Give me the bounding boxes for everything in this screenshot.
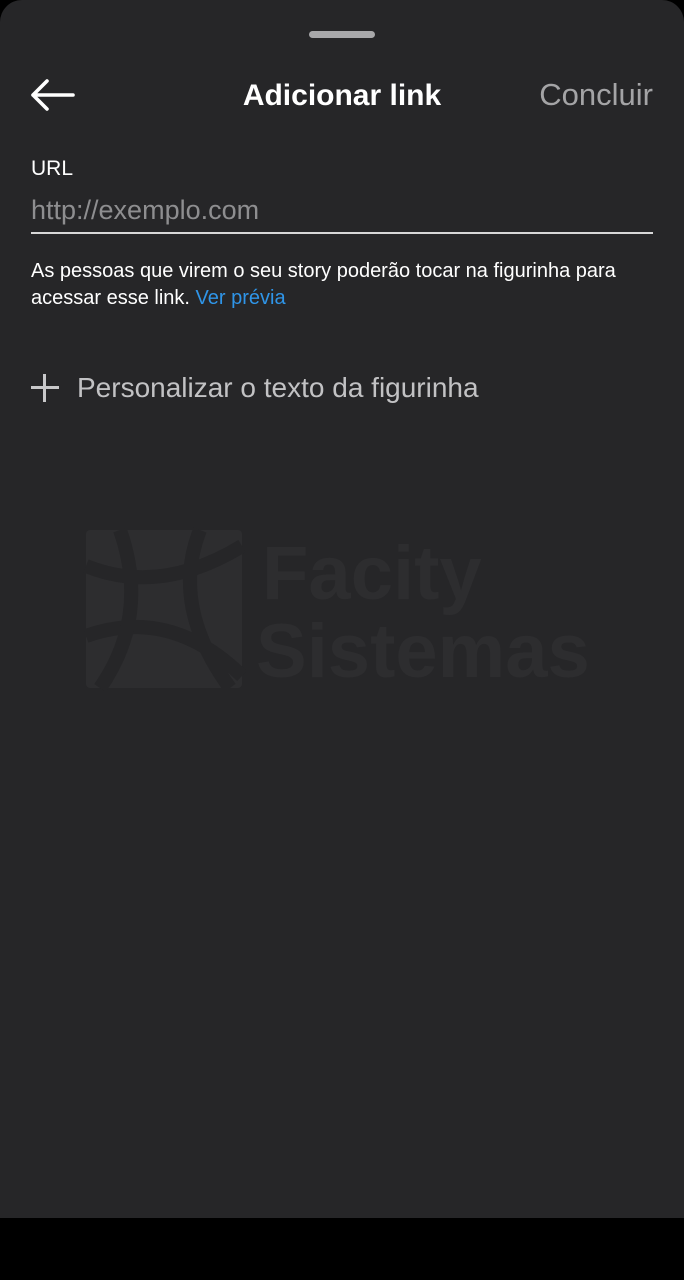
plus-icon — [31, 374, 59, 402]
watermark-globe-icon — [83, 527, 246, 692]
system-navigation-bar — [0, 1218, 684, 1280]
watermark-text-line2: Sistemas — [256, 609, 590, 694]
customize-sticker-text-label: Personalizar o texto da figurinha — [77, 372, 479, 403]
url-field-label: URL — [31, 157, 74, 180]
customize-sticker-text-button[interactable]: Personalizar o texto da figurinha — [31, 366, 479, 410]
watermark-text-line1: Facity — [262, 531, 482, 616]
helper-text: As pessoas que virem o seu story poderão… — [31, 258, 656, 312]
add-link-sheet: Facity Sistemas Adicionar link Concluir … — [0, 0, 684, 1218]
helper-description: As pessoas que virem o seu story poderão… — [31, 260, 616, 309]
sheet-grab-handle[interactable] — [309, 31, 375, 38]
url-input[interactable] — [31, 188, 653, 234]
watermark-logo: Facity Sistemas — [80, 526, 640, 696]
done-button[interactable]: Concluir — [539, 76, 653, 114]
preview-link[interactable]: Ver prévia — [196, 287, 286, 309]
